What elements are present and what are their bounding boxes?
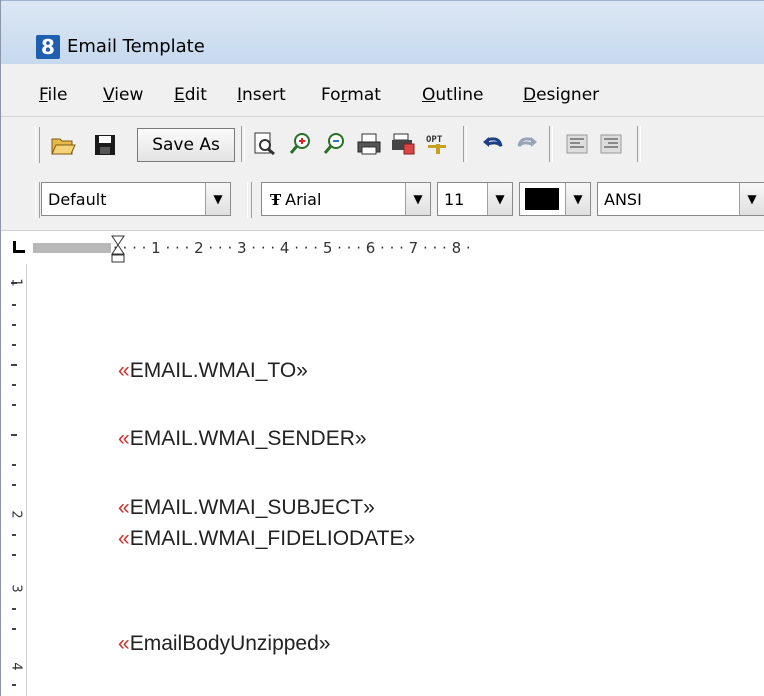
color-swatch	[525, 188, 559, 210]
save-as-button[interactable]: Save As	[137, 128, 235, 162]
chevron-down-icon[interactable]: ▼	[405, 183, 430, 215]
ruler-scale: · · · · 1 · · · 2 · · · 3 · · · 4 · · · …	[113, 239, 471, 257]
toolbar-separator	[463, 126, 467, 162]
menu-edit[interactable]: Edit	[174, 84, 207, 106]
vertical-ruler-number: 2	[8, 510, 24, 519]
ruler-tick	[12, 344, 16, 346]
ruler-margin-area	[33, 243, 111, 253]
title-bar[interactable]: 8 Email Template	[1, 0, 764, 64]
ruler-tick	[12, 534, 16, 536]
align-right-icon[interactable]	[597, 130, 625, 158]
truetype-icon: Ŧ	[270, 191, 282, 209]
ruler-tick	[12, 304, 16, 306]
font-value: Arial	[285, 190, 322, 209]
ruler-tick	[11, 434, 17, 436]
open-folder-icon[interactable]	[49, 131, 77, 159]
merge-field-email-body[interactable]: «EmailBodyUnzipped»	[118, 631, 330, 657]
toolbar-grip[interactable]	[35, 127, 40, 163]
merge-field-fideliodate[interactable]: «EMAIL.WMAI_FIDELIODATE»	[118, 526, 415, 552]
ruler-tick	[12, 384, 16, 386]
style-value: Default	[48, 190, 107, 209]
menu-bar: File View Edit Insert Format Outline Des…	[1, 64, 764, 116]
vertical-ruler-number: 1	[8, 278, 24, 287]
toolbar-separator	[241, 126, 245, 162]
charset-select[interactable]: ANSI ▼	[597, 182, 764, 216]
merge-field-sender[interactable]: «EMAIL.WMAI_SENDER»	[118, 426, 367, 452]
ruler-tick	[12, 404, 16, 406]
tab-stop-selector[interactable]	[13, 241, 25, 253]
menu-designer[interactable]: Designer	[523, 84, 599, 106]
save-disk-icon[interactable]	[91, 131, 119, 159]
align-left-icon[interactable]	[563, 130, 591, 158]
window-title: Email Template	[67, 36, 205, 57]
font-size-value: 11	[444, 190, 465, 209]
app-icon: 8	[36, 35, 60, 59]
zoom-in-icon[interactable]	[287, 130, 315, 158]
charset-value: ANSI	[604, 190, 642, 209]
menu-outline[interactable]: Outline	[422, 84, 484, 106]
merge-field-subject[interactable]: «EMAIL.WMAI_SUBJECT»	[118, 495, 375, 521]
menu-format[interactable]: Format	[321, 84, 381, 106]
ruler-tick	[12, 464, 16, 466]
font-select[interactable]: Ŧ Arial ▼	[261, 182, 431, 216]
print-preview-icon[interactable]	[251, 130, 279, 158]
ruler-tick	[12, 484, 16, 486]
ruler-tick	[12, 628, 16, 630]
style-select[interactable]: Default ▼	[41, 182, 231, 216]
options-icon[interactable]: OPT	[423, 130, 451, 158]
chevron-down-icon[interactable]: ▼	[205, 183, 230, 215]
svg-text:OPT: OPT	[426, 135, 443, 145]
ruler-tick	[11, 364, 17, 366]
print-icon[interactable]	[355, 130, 383, 158]
zoom-out-icon[interactable]	[321, 130, 349, 158]
toolbar-separator	[549, 126, 553, 162]
horizontal-ruler[interactable]: · · · · 1 · · · 2 · · · 3 · · · 4 · · · …	[1, 230, 764, 264]
font-size-select[interactable]: 11 ▼	[437, 182, 513, 216]
chevron-down-icon[interactable]: ▼	[739, 183, 764, 215]
vertical-ruler-number: 3	[8, 584, 24, 593]
document-page[interactable]: «EMAIL.WMAI_TO» «EMAIL.WMAI_SENDER» «EMA…	[27, 264, 764, 696]
toolbar-separator	[637, 126, 641, 162]
vertical-ruler-number: 4	[8, 662, 24, 671]
redo-icon[interactable]	[513, 130, 541, 158]
vertical-ruler[interactable]: 1 2 3 4	[1, 264, 27, 696]
print-setup-icon[interactable]	[389, 130, 417, 158]
chevron-down-icon[interactable]: ▼	[487, 183, 512, 215]
undo-icon[interactable]	[479, 130, 507, 158]
ruler-tick	[12, 684, 16, 686]
menu-insert[interactable]: Insert	[237, 84, 286, 106]
chevron-down-icon[interactable]: ▼	[565, 183, 590, 215]
email-template-window: 8 Email Template File View Edit Insert F…	[0, 0, 764, 696]
toolbar-grip[interactable]	[35, 182, 40, 218]
format-toolbar: Default ▼ Ŧ Arial ▼ 11 ▼ ▼ ANSI ▼	[1, 172, 764, 230]
menu-file[interactable]: File	[39, 84, 67, 106]
menu-view[interactable]: View	[103, 84, 143, 106]
ruler-tick	[12, 608, 16, 610]
toolbar-grip[interactable]	[247, 182, 252, 218]
ruler-tick	[12, 324, 16, 326]
merge-field-to[interactable]: «EMAIL.WMAI_TO»	[118, 358, 308, 384]
ruler-tick	[12, 554, 16, 556]
text-color-select[interactable]: ▼	[519, 182, 591, 216]
